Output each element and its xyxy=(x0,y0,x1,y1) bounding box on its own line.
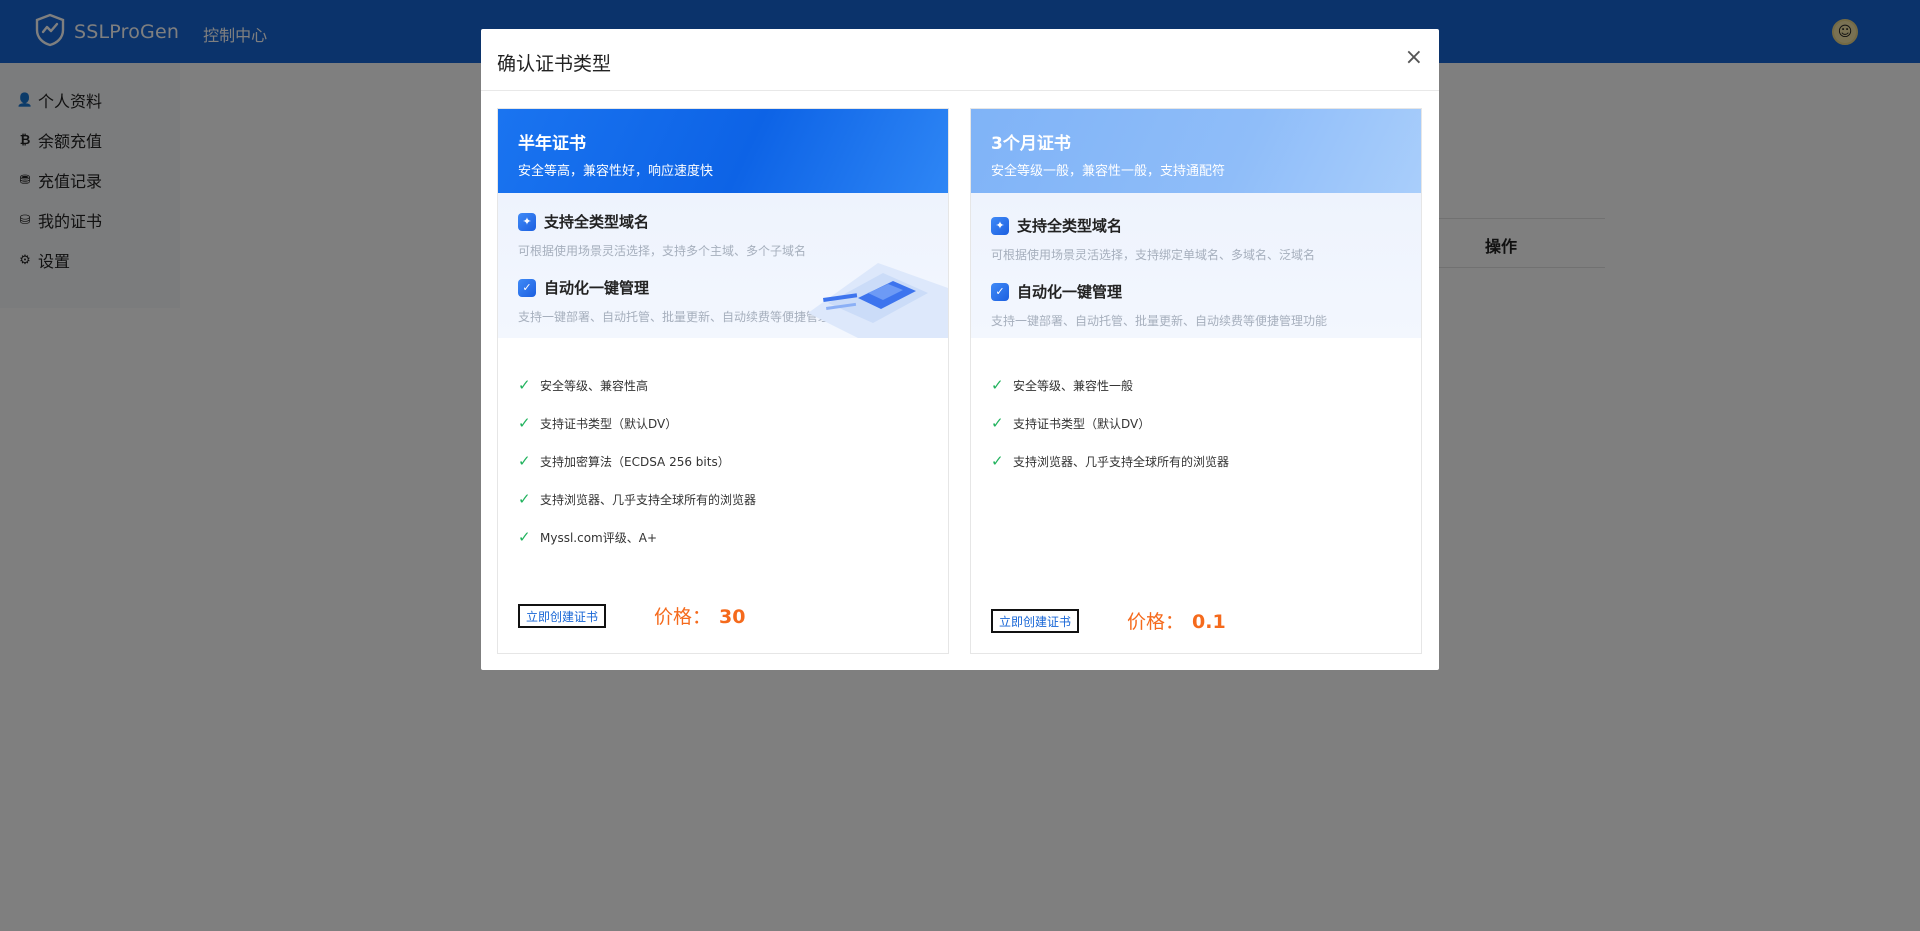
check-list: ✓ 安全等级、兼容性一般 ✓ 支持证书类型（默认DV） ✓ 支持浏览器、几乎支持全球所… xyxy=(971,338,1421,480)
list-item: ✓ 安全等级、兼容性一般 xyxy=(991,366,1401,404)
list-item-text: 支持证书类型（默认DV） xyxy=(540,416,678,431)
price-label: 价格： xyxy=(654,606,712,628)
check-icon: ✓ xyxy=(518,376,531,394)
modal-header: 确认证书类型 × xyxy=(481,29,1439,91)
price: 价格： 30 xyxy=(654,602,745,629)
check-icon: ✓ xyxy=(518,414,531,432)
feature-title-text: 自动化一键管理 xyxy=(544,279,650,297)
list-item: ✓ Myssl.com评级、A+ xyxy=(518,518,928,556)
feature-desc: 支持一键部署、自动托管、批量更新、自动续费等便捷管理功能 xyxy=(991,314,1328,328)
list-item-text: 支持加密算法（ECDSA 256 bits） xyxy=(540,454,730,469)
feature-title-text: 支持全类型域名 xyxy=(544,213,650,231)
close-icon[interactable]: × xyxy=(1405,45,1423,70)
card-title: 3个月证书 xyxy=(991,134,1071,154)
list-item-text: 安全等级、兼容性高 xyxy=(540,378,649,393)
check-icon: ✓ xyxy=(518,490,531,508)
card-subtitle: 安全等高，兼容性好，响应速度快 xyxy=(518,164,714,179)
price-value: 30 xyxy=(719,606,746,628)
list-item: ✓ 支持证书类型（默认DV） xyxy=(518,404,928,442)
check-icon: ✓ xyxy=(991,414,1004,432)
create-certificate-button[interactable]: 立即创建证书 xyxy=(991,608,1080,633)
feature-title: ✓ 自动化一键管理 xyxy=(991,281,1401,302)
feature-box: ✦ 支持全类型域名 可根据使用场景灵活选择，支持多个主域、多个子域名 ✓ 自动化… xyxy=(498,193,948,338)
create-certificate-button[interactable]: 立即创建证书 xyxy=(518,603,607,628)
check-icon: ✓ xyxy=(991,376,1004,394)
feature-title-text: 支持全类型域名 xyxy=(1017,217,1123,235)
check-icon: ✓ xyxy=(991,452,1004,470)
feature-desc: 可根据使用场景灵活选择，支持绑定单域名、多域名、泛域名 xyxy=(991,248,1316,262)
list-item-text: Myssl.com评级、A+ xyxy=(540,530,658,545)
plan-card-half-year: 半年证书 安全等高，兼容性好，响应速度快 ✦ 支持全类型域名 可根据使用场景灵活… xyxy=(497,108,949,654)
list-item-text: 安全等级、兼容性一般 xyxy=(1013,378,1134,393)
card-subtitle: 安全等级一般，兼容性一般，支持通配符 xyxy=(991,164,1226,179)
check-list: ✓ 安全等级、兼容性高 ✓ 支持证书类型（默认DV） ✓ 支持加密算法（ECDSA 2… xyxy=(498,338,948,556)
illustration-icon xyxy=(808,263,948,338)
certificate-type-modal: 确认证书类型 × 半年证书 安全等高，兼容性好，响应速度快 ✦ 支持全类型域名 … xyxy=(481,29,1439,670)
domain-icon: ✦ xyxy=(518,212,536,231)
list-item: ✓ 安全等级、兼容性高 xyxy=(518,366,928,404)
automation-badge-icon: ✓ xyxy=(518,278,536,297)
feature-title-text: 自动化一键管理 xyxy=(1017,283,1123,301)
domain-icon: ✦ xyxy=(991,216,1009,235)
automation-badge-icon: ✓ xyxy=(991,282,1009,301)
list-item-text: 支持浏览器、几乎支持全球所有的浏览器 xyxy=(540,492,757,507)
check-icon: ✓ xyxy=(518,452,531,470)
price-value: 0.1 xyxy=(1192,611,1226,633)
card-footer: 立即创建证书 价格： 0.1 xyxy=(991,607,1226,634)
price: 价格： 0.1 xyxy=(1127,607,1226,634)
check-icon: ✓ xyxy=(518,528,531,546)
card-footer: 立即创建证书 价格： 30 xyxy=(518,602,745,629)
list-item: ✓ 支持证书类型（默认DV） xyxy=(991,404,1401,442)
card-header: 半年证书 安全等高，兼容性好，响应速度快 xyxy=(498,109,948,193)
list-item-text: 支持浏览器、几乎支持全球所有的浏览器 xyxy=(1013,454,1230,469)
price-label: 价格： xyxy=(1127,611,1185,633)
feature-title: ✦ 支持全类型域名 xyxy=(518,211,928,232)
card-header: 3个月证书 安全等级一般，兼容性一般，支持通配符 xyxy=(971,109,1421,193)
plan-card-3-month: 3个月证书 安全等级一般，兼容性一般，支持通配符 ✦ 支持全类型域名 可根据使用… xyxy=(970,108,1422,654)
card-title: 半年证书 xyxy=(518,134,586,154)
list-item: ✓ 支持浏览器、几乎支持全球所有的浏览器 xyxy=(991,442,1401,480)
feature-box: ✦ 支持全类型域名 可根据使用场景灵活选择，支持绑定单域名、多域名、泛域名 ✓ … xyxy=(971,193,1421,338)
list-item: ✓ 支持浏览器、几乎支持全球所有的浏览器 xyxy=(518,480,928,518)
modal-title: 确认证书类型 xyxy=(497,53,612,75)
feature-title: ✦ 支持全类型域名 xyxy=(991,215,1401,236)
list-item: ✓ 支持加密算法（ECDSA 256 bits） xyxy=(518,442,928,480)
list-item-text: 支持证书类型（默认DV） xyxy=(1013,416,1151,431)
